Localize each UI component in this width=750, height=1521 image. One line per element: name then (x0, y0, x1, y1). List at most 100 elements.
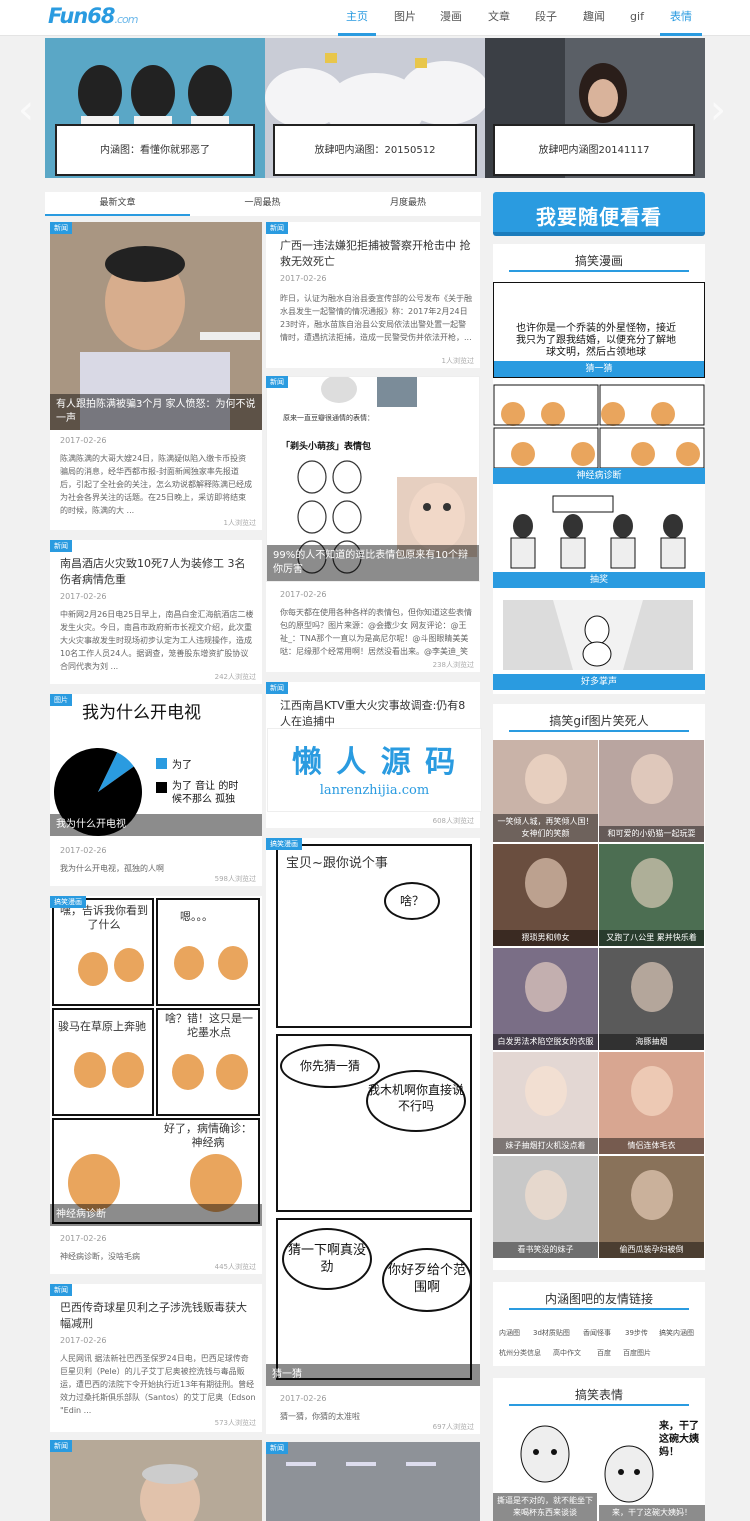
sidebar-gifs: 搞笑gif图片笑死人 一笑倾人城，再笑倾人国！女神们的笑颜 和可爱的小奶猫一起玩耍… (493, 704, 705, 1270)
comic-image: 宝贝~跟你说个事 啥？ 你先猜一猜 我木机啊你直接说不行吗 猜一下啊真没劲 你好… (266, 838, 480, 1386)
gif-thumb[interactable]: 妹子抽烟打火机没点着 (493, 1052, 598, 1154)
friend-link[interactable]: 高中作文 (553, 1348, 581, 1358)
slide-3[interactable]: 放肆吧内涵图20141117 (485, 38, 705, 178)
article-title[interactable]: 神经病诊断 (50, 1204, 262, 1226)
comic-bubble: 也许你是一个乔装的外星怪物，接近我只为了跟我结婚，以便充分了解地球文明，然后占领… (516, 323, 676, 358)
article-card[interactable]: 新闻 南昌酒店火灾致10死7人为装修工 3名伤者病情危重 2017-02-26 … (50, 540, 262, 684)
gif-thumb[interactable]: 看书笑没的妹子 (493, 1156, 598, 1258)
slide-1[interactable]: 内涵图：看懂你就邪恶了 (45, 38, 265, 178)
article-card[interactable]: 新闻 广西一违法嫌犯拒捕被警察开枪击中 抢救无效死亡 2017-02-26 昨日… (266, 222, 480, 368)
friend-link[interactable]: 3d材质贴图 (533, 1328, 570, 1338)
gif-image (525, 962, 567, 1012)
article-title[interactable]: 我为什么开电视 (50, 814, 262, 836)
article-card[interactable]: 新闻 (50, 1440, 262, 1521)
article-title[interactable]: 有人跟拍陈满被骗3个月 家人愤怒：为何不说一声 (50, 394, 262, 430)
slide-1-caption[interactable]: 内涵图：看懂你就邪恶了 (55, 124, 255, 176)
article-tabs: 最新文章 一周最热 月度最热 (45, 192, 481, 216)
nav-news[interactable]: 趣闻 (575, 0, 613, 36)
friend-link[interactable]: 39步传 (625, 1328, 648, 1338)
speech-bubble: 你先猜一猜 (280, 1044, 380, 1088)
nav-home[interactable]: 主页 (338, 0, 376, 36)
view-count: 598人浏览过 (214, 875, 256, 883)
gif-thumb[interactable]: 白发男法术陷空脱女的衣服 (493, 948, 598, 1050)
friend-link[interactable]: 杭州分类信息 (499, 1348, 541, 1358)
speech-bubble: 啥？ (384, 882, 440, 920)
comic-card[interactable]: 搞笑漫画 嘿，告诉我你看到了什么 嗯。。。 骏马在草原上奔驰 啥？错！这只是一坨… (50, 896, 262, 1274)
gif-thumb[interactable]: 猥琐男和帅女 (493, 844, 598, 946)
gif-thumb[interactable]: 海豚抽烟 (599, 948, 704, 1050)
gif-thumb[interactable]: 情侣连体毛衣 (599, 1052, 704, 1154)
nav-emoji[interactable]: 表情 (660, 0, 702, 36)
article-summary: 中新网2月26日电25日早上，南昌白金汇海航酒店二楼发生火灾。今日，南昌市政府新… (60, 610, 254, 671)
tab-weekly-hot[interactable]: 一周最热 (190, 192, 335, 216)
article-title[interactable]: 猜一猜 (266, 1364, 480, 1386)
slider-next-arrow-icon[interactable]: › (706, 90, 730, 130)
category-tag: 图片 (50, 694, 72, 706)
article-card[interactable]: 新闻 巴西传奇球星贝利之子涉洗钱贩毒获大幅减刑 2017-02-26 人民网讯 … (50, 1284, 262, 1432)
comic-thumb[interactable]: 抽奖 (493, 490, 705, 588)
nav-articles[interactable]: 文章 (480, 0, 518, 36)
gif-image (525, 1170, 567, 1220)
friend-link[interactable]: 百度图片 (623, 1348, 651, 1358)
emoji-text: 来，干了这碗大姨妈！ (659, 1421, 699, 1458)
nav-jokes[interactable]: 段子 (527, 0, 565, 36)
article-title[interactable]: 江西南昌KTV重大火灾事故调查:仍有8人在追捕中 (280, 698, 472, 730)
category-tag: 新闻 (50, 1440, 72, 1452)
category-tag: 新闻 (50, 1284, 72, 1296)
emoji-thumb[interactable]: 来，干了这碗大姨妈！ 来，干了这碗大姨妈！ (599, 1414, 705, 1521)
gif-thumb[interactable]: 和可爱的小奶猫一起玩耍 (599, 740, 704, 842)
gif-caption: 情侣连体毛衣 (599, 1138, 704, 1154)
slide-2-caption[interactable]: 放肆吧内涵图：20150512 (273, 124, 477, 176)
friend-link[interactable]: 百度 (597, 1348, 611, 1358)
gif-thumb[interactable]: 偷西瓜装孕妇被倒 (599, 1156, 704, 1258)
article-card[interactable]: 新闻 原来一直豆瓣很通情的表情： 「剃头小萌孩」表情包 99%的人不知道的逗比表… (266, 376, 480, 672)
gif-caption: 又跑了八公里 累并快乐着 (599, 930, 704, 946)
friend-link[interactable]: 香闻怪事 (583, 1328, 611, 1338)
article-date: 2017-02-26 (60, 436, 107, 445)
article-card[interactable]: 新闻 (266, 1442, 480, 1521)
article-image: 有人跟拍陈满被骗3个月 家人愤怒：为何不说一声 (50, 222, 262, 430)
article-title[interactable]: 巴西传奇球星贝利之子涉洗钱贩毒获大幅减刑 (60, 1300, 256, 1332)
character (78, 952, 108, 986)
slider-prev-arrow-icon[interactable]: ‹ (14, 90, 38, 130)
nav-gif[interactable]: gif (618, 0, 656, 36)
comic-thumb[interactable]: 也许你是一个乔装的外星怪物，接近我只为了跟我结婚，以便充分了解地球文明，然后占领… (493, 282, 705, 378)
gif-caption: 和可爱的小奶猫一起玩耍 (599, 826, 704, 842)
speech-bubble: 骏马在草原上奔驰 (58, 1020, 146, 1033)
article-title[interactable]: 广西一违法嫌犯拒捕被警察开枪击中 抢救无效死亡 (280, 238, 472, 270)
comic-panel (276, 844, 472, 1028)
gif-caption: 一笑倾人城，再笑倾人国！女神们的笑颜 (493, 814, 598, 842)
view-count: 238人浏览过 (432, 661, 474, 669)
emoji-thumb[interactable]: 撕逼是不对的，就不能坐下来喝杯东西来谈谈 (493, 1414, 597, 1521)
article-date: 2017-02-26 (280, 1394, 327, 1403)
friend-link[interactable]: 内涵图 (499, 1328, 520, 1338)
random-browse-button[interactable]: 我要随便看看 (493, 192, 705, 236)
nav-comics[interactable]: 漫画 (432, 0, 470, 36)
character (172, 1054, 204, 1090)
article-title[interactable]: 99%的人不知道的逗比表情包原来有10个辩你厉害 (267, 545, 479, 581)
article-card[interactable]: 图片 我为什么开电视 为了 为了 音让 的时候不那么 孤独 我为什么开电视 20… (50, 694, 262, 886)
nav-pictures[interactable]: 图片 (386, 0, 424, 36)
slide-3-caption[interactable]: 放肆吧内涵图20141117 (493, 124, 695, 176)
comic-card[interactable]: 搞笑漫画 宝贝~跟你说个事 啥？ 你先猜一猜 我木机啊你直接说不行吗 猜一下啊真… (266, 838, 480, 1434)
gif-thumb[interactable]: 一笑倾人城，再笑倾人国！女神们的笑颜 (493, 740, 598, 842)
comic-thumb-image (503, 600, 693, 670)
site-logo[interactable]: Fun68.com (48, 4, 138, 28)
friend-link[interactable]: 搞笑内涵图 (659, 1328, 694, 1338)
comic-thumb[interactable]: 神经病诊断 (493, 384, 705, 484)
legend-swatch (156, 782, 167, 793)
article-title[interactable]: 南昌酒店火灾致10死7人为装修工 3名伤者病情危重 (60, 556, 256, 588)
comic-thumb[interactable]: 好多掌声 (493, 596, 705, 690)
slide-2[interactable]: 放肆吧内涵图：20150512 (265, 38, 485, 178)
gif-thumb[interactable]: 又跑了八公里 累并快乐着 (599, 844, 704, 946)
article-image: 原来一直豆瓣很通情的表情： 「剃头小萌孩」表情包 99%的人不知道的逗比表情包原… (266, 376, 480, 582)
article-image: 我为什么开电视 为了 为了 音让 的时候不那么 孤独 我为什么开电视 (50, 694, 262, 836)
tab-monthly-hot[interactable]: 月度最热 (335, 192, 481, 216)
comic-caption: 好多掌声 (493, 674, 705, 690)
article-card[interactable]: 新闻 有人跟拍陈满被骗3个月 家人愤怒：为何不说一声 2017-02-26 陈满… (50, 222, 262, 530)
tab-latest[interactable]: 最新文章 (45, 192, 190, 216)
article-date: 2017-02-26 (280, 274, 327, 283)
watermark-url: lanrenzhijia.com (319, 783, 430, 798)
article-date: 2017-02-26 (60, 846, 107, 855)
section-title: 搞笑表情 (574, 1388, 623, 1402)
